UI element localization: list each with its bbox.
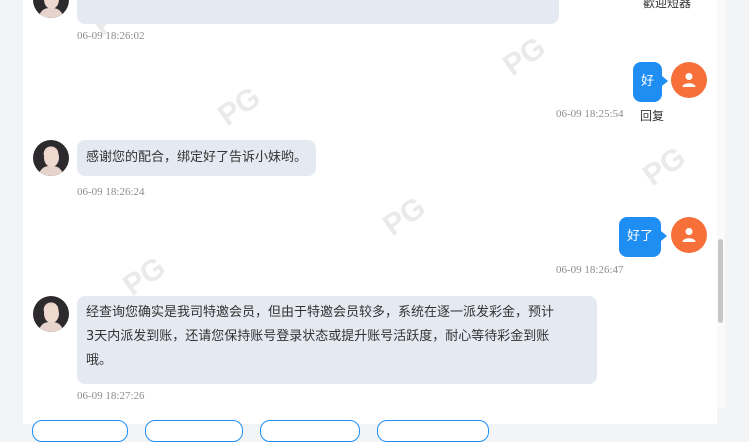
message-timestamp: 06-09 18:25:54	[556, 108, 624, 120]
quick-reply-button[interactable]	[377, 420, 489, 442]
watermark: PG	[212, 80, 267, 133]
message-timestamp: 06-09 18:26:24	[77, 186, 145, 198]
person-icon	[671, 217, 707, 253]
message-bubble-user: 好了	[619, 217, 668, 257]
quick-reply-button[interactable]	[260, 420, 360, 442]
reply-link[interactable]: 回复	[640, 107, 664, 124]
message-bubble-agent	[77, 0, 559, 24]
message-bubble-agent: 感谢您的配合，绑定好了告诉小妹哟。	[77, 140, 317, 176]
message-timestamp: 06-09 18:27:26	[77, 390, 145, 402]
watermark: PG	[377, 190, 432, 243]
message-line: 3天内派发到账，还请您保持账号登录状态或提升账号活跃度，耐心等待彩金到账	[86, 329, 550, 344]
scrollbar-track[interactable]	[717, 0, 725, 408]
scrollbar-thumb[interactable]	[718, 239, 723, 323]
message-bubble-agent: 经查询您确实是我司特邀会员，但由于特邀会员较多，系统在逐一派发彩金，预计 3天内…	[77, 296, 597, 384]
message-line: 经查询您确实是我司特邀会员，但由于特邀会员较多，系统在逐一派发彩金，预计	[86, 305, 555, 320]
agent-avatar	[33, 140, 69, 176]
message-bubble-user: 好	[633, 62, 669, 102]
person-icon	[671, 62, 707, 98]
watermark: PG	[637, 140, 692, 193]
message-timestamp: 06-09 18:26:47	[556, 264, 624, 276]
watermark: PG	[497, 30, 552, 83]
agent-avatar	[33, 296, 69, 332]
message-timestamp: 06-09 18:26:02	[77, 30, 145, 42]
chat-panel: PG PG PG PG PG PG PG 06-09 18:26:02 好 06…	[23, 0, 717, 408]
message-line: 哦。	[86, 353, 113, 368]
quick-reply-bar	[23, 408, 717, 424]
quick-reply-button[interactable]	[145, 420, 243, 442]
agent-avatar	[33, 0, 69, 18]
header-text: 歡迎短器	[642, 0, 691, 10]
quick-reply-button[interactable]	[32, 420, 128, 442]
